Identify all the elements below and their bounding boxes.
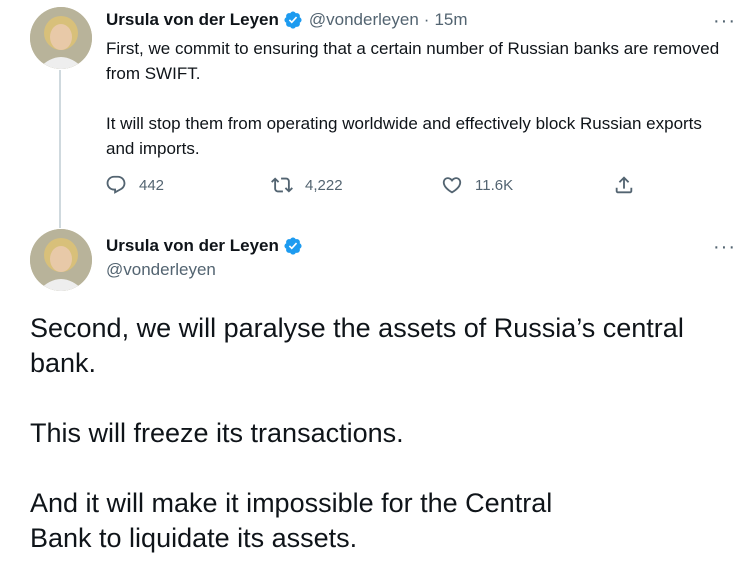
tweet-paragraph: Second, we will paralyse the assets of R…: [30, 313, 684, 378]
retweet-button[interactable]: 4,222: [271, 174, 343, 196]
retweet-count: 4,222: [305, 176, 343, 194]
avatar-image: [30, 7, 92, 69]
tweet-text: Second, we will paralyse the assets of R…: [30, 311, 740, 556]
author-handle[interactable]: @vonderleyen: [309, 10, 419, 30]
avatar[interactable]: [30, 229, 92, 291]
share-button[interactable]: [613, 174, 647, 196]
avatar[interactable]: [30, 7, 92, 69]
more-icon[interactable]: ···: [713, 237, 736, 257]
tweet-paragraph: It will stop them from operating worldwi…: [106, 114, 702, 158]
reply-count: 442: [139, 176, 165, 194]
separator-dot: ·: [423, 10, 430, 29]
like-button[interactable]: 11.6K: [441, 174, 513, 196]
tweet-actions: 442 4,222 11.6K: [105, 174, 645, 198]
reply-icon: [106, 175, 126, 194]
tweet-paragraph: First, we commit to ensuring that a cert…: [106, 39, 720, 83]
tweet-text: First, we commit to ensuring that a cert…: [106, 36, 726, 161]
tweet-paragraph: And it will make it impossible for the C…: [30, 488, 553, 553]
reply-button[interactable]: 442: [105, 174, 164, 196]
avatar-image: [30, 229, 92, 291]
timestamp[interactable]: 15m: [434, 10, 467, 30]
author-name[interactable]: Ursula von der Leyen: [106, 236, 279, 256]
author-name[interactable]: Ursula von der Leyen: [106, 10, 279, 30]
tweet-paragraph: This will freeze its transactions.: [30, 418, 404, 448]
more-icon[interactable]: ···: [713, 11, 736, 31]
thread-line: [59, 70, 61, 228]
like-icon: [442, 177, 462, 194]
retweet-icon: [271, 177, 293, 193]
author-handle[interactable]: @vonderleyen: [106, 260, 216, 280]
verified-badge-icon: [283, 236, 303, 256]
like-count: 11.6K: [475, 176, 514, 194]
verified-badge-icon: [283, 10, 303, 30]
share-icon: [615, 176, 633, 194]
